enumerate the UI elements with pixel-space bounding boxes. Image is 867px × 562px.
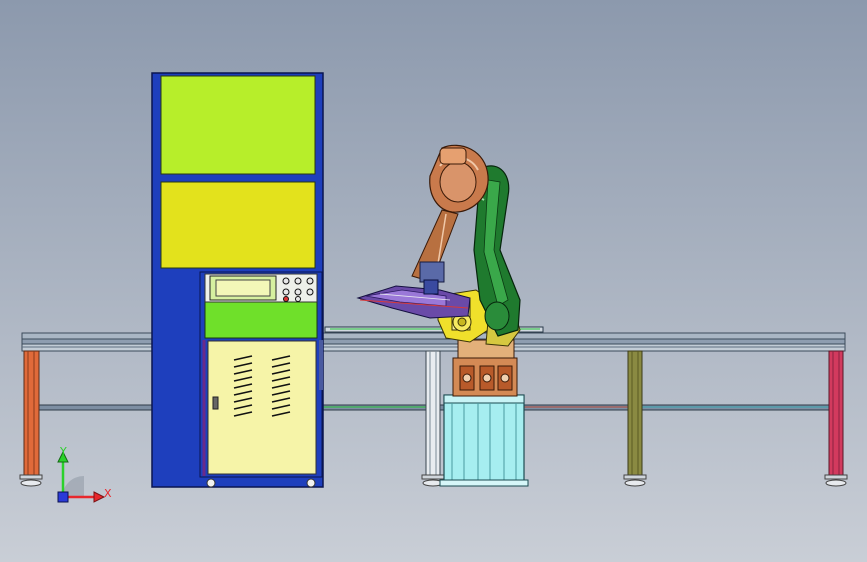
robot-pedestal bbox=[439, 394, 529, 487]
rail-leg-right-center bbox=[623, 350, 647, 487]
lower-door bbox=[207, 340, 317, 475]
end-effector-workpiece bbox=[356, 279, 471, 319]
upper-panel bbox=[160, 75, 316, 175]
control-cabinet bbox=[151, 72, 324, 488]
cad-viewport[interactable]: Y X bbox=[0, 0, 867, 562]
middle-panel bbox=[160, 181, 316, 269]
y-axis-label: Y bbox=[59, 445, 67, 458]
rail-leg-right bbox=[824, 350, 848, 487]
control-band bbox=[204, 301, 318, 339]
rail-leg-left bbox=[19, 350, 43, 487]
rail-leg-center bbox=[421, 350, 445, 487]
x-axis-label: X bbox=[104, 487, 112, 500]
assembly-drawing: Y X bbox=[19, 72, 848, 503]
coordinate-triad-icon: Y X bbox=[57, 445, 112, 503]
robot-base bbox=[452, 339, 518, 397]
